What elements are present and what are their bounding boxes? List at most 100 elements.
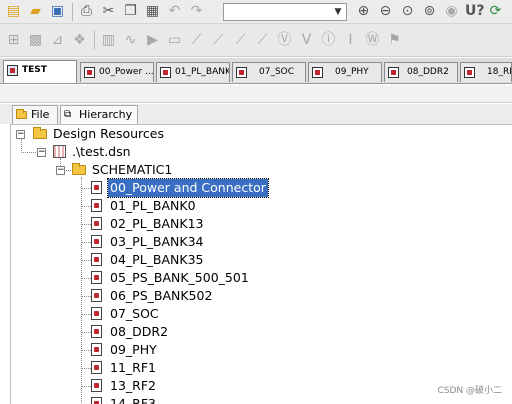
marker-v-icon[interactable]: Ⓥ	[276, 32, 293, 49]
display-icon[interactable]: ▭	[166, 32, 183, 49]
schematic-page-icon	[91, 289, 102, 302]
probe-4-icon[interactable]: ⟋	[254, 32, 271, 49]
help-icon[interactable]: U?	[465, 3, 485, 20]
tree-connector	[81, 386, 91, 387]
collapse-toggle[interactable]: −	[16, 130, 25, 139]
tree-node-page[interactable]: 11_RF1	[91, 359, 158, 377]
schematic-page-icon	[91, 181, 102, 194]
tree-node-label: 04_PL_BANK35	[110, 252, 204, 267]
view-icon[interactable]: ◉	[443, 3, 460, 20]
tab-00-power[interactable]: 00_Power ...	[80, 62, 154, 82]
schematic-page-icon	[84, 67, 95, 78]
paste-icon[interactable]: ▦	[144, 3, 161, 20]
watermark: CSDN @破小二	[437, 386, 502, 396]
schematic-page-icon	[464, 67, 475, 78]
schematic-page-icon	[91, 199, 102, 212]
tree-node-page[interactable]: 04_PL_BANK35	[91, 251, 206, 269]
tree-node-page[interactable]: 13_RF2	[91, 377, 158, 395]
tool-1-icon[interactable]: ⊞	[5, 32, 22, 49]
marker-f-icon[interactable]: Ⓦ	[364, 32, 381, 49]
tool-3-icon[interactable]: ⊿	[49, 32, 66, 49]
tab-label: TEST	[22, 65, 47, 75]
project-panel-tabs: File ⧉ Hierarchy	[0, 104, 512, 124]
schematic-page-icon	[236, 67, 247, 78]
tree-node-label: 11_RF1	[110, 360, 156, 375]
part-search-combo[interactable]: ▼	[223, 3, 347, 21]
tab-label: 01_PL_BANK0	[175, 67, 229, 77]
refresh-icon[interactable]: ⟳	[487, 3, 504, 20]
marker-w-icon[interactable]: Ⅰ	[342, 32, 359, 49]
schematic-page-icon	[388, 67, 399, 78]
tree-node-page[interactable]: 01_PL_BANK0	[91, 197, 198, 215]
schematic-page-icon	[91, 271, 102, 284]
tree-connector	[81, 350, 91, 351]
new-document-icon[interactable]: ▤	[5, 3, 22, 20]
tab-09-phy[interactable]: 09_PHY	[308, 62, 382, 82]
tab-file-label: File	[31, 108, 50, 121]
tree-node-label: 05_PS_BANK_500_501	[110, 270, 249, 285]
design-file-icon	[53, 145, 66, 158]
marker-i-icon[interactable]: Ⅴ	[298, 32, 315, 49]
tree-node-page[interactable]: 08_DDR2	[91, 323, 170, 341]
tab-label: 09_PHY	[335, 67, 369, 77]
schematic-page-icon	[91, 307, 102, 320]
tab-file[interactable]: File	[12, 105, 58, 124]
marker-p-icon[interactable]: ⓘ	[320, 32, 337, 49]
tab-08-ddr2[interactable]: 08_DDR2	[384, 62, 458, 82]
tree-connector	[81, 224, 91, 225]
zoom-all-icon[interactable]: ⊚	[421, 3, 438, 20]
cut-icon[interactable]: ✂	[100, 3, 117, 20]
zoom-out-icon[interactable]: ⊖	[377, 3, 394, 20]
tree-node-page[interactable]: 06_PS_BANK502	[91, 287, 214, 305]
tree-node-page[interactable]: 07_SOC	[91, 305, 161, 323]
play-icon[interactable]: ▶	[144, 32, 161, 49]
tool-2-icon[interactable]: ▩	[27, 32, 44, 49]
tree-node-design-file[interactable]: .\test.dsn	[53, 143, 133, 161]
schematic-page-icon	[91, 325, 102, 338]
collapse-toggle[interactable]: −	[56, 166, 65, 175]
collapse-toggle[interactable]: −	[37, 148, 46, 157]
save-icon[interactable]: ▣	[49, 3, 66, 20]
copy-icon[interactable]: ❐	[122, 3, 139, 20]
undo-icon[interactable]: ↶	[166, 3, 183, 20]
schematic-page-icon	[91, 397, 102, 404]
chevron-down-icon[interactable]: ▼	[331, 4, 345, 20]
print-icon[interactable]: ⎙	[78, 3, 95, 20]
tree-node-page[interactable]: 00_Power and Connector	[91, 178, 269, 198]
probe-2-icon[interactable]: ⟋	[210, 32, 227, 49]
probe-1-icon[interactable]: ⟋	[188, 32, 205, 49]
tree-connector	[21, 152, 36, 153]
redo-icon[interactable]: ↷	[188, 3, 205, 20]
waveform-icon[interactable]: ∿	[122, 32, 139, 49]
tab-01-pl-bank0[interactable]: 01_PL_BANK0	[156, 62, 230, 82]
tool-4-icon[interactable]: ❖	[71, 32, 88, 49]
zoom-area-icon[interactable]: ⊙	[399, 3, 416, 20]
tree-node-page[interactable]: 03_PL_BANK34	[91, 233, 206, 251]
tree-node-label: 13_RF2	[110, 378, 156, 393]
tree-connector	[81, 296, 91, 297]
design-tree: − Design Resources − .\test.dsn − SCHEMA…	[10, 124, 512, 404]
tree-node-page[interactable]: 09_PHY	[91, 341, 159, 359]
design-icon	[7, 65, 18, 76]
tree-node-page[interactable]: 02_PL_BANK13	[91, 215, 206, 233]
tree-node-page[interactable]: 05_PS_BANK_500_501	[91, 269, 251, 287]
tab-label: 07_SOC	[259, 67, 295, 77]
zoom-in-icon[interactable]: ⊕	[355, 3, 372, 20]
main-toolbar: ▤ ▰ ▣ ⎙ ✂ ❐ ▦ ↶ ↷ ▼ ⊕ ⊖ ⊙ ⊚ ◉ U? ⟳	[0, 0, 512, 24]
marker-g-icon[interactable]: ⚑	[386, 32, 403, 49]
tree-node-schematic1[interactable]: SCHEMATIC1	[72, 161, 174, 179]
tree-node-design-resources[interactable]: Design Resources	[33, 125, 166, 143]
tab-18-rf[interactable]: 18_RF(	[460, 62, 512, 82]
folder-icon	[33, 127, 47, 139]
tree-node-label: 08_DDR2	[110, 324, 169, 339]
chart-icon[interactable]: ▥	[100, 32, 117, 49]
tab-label: 00_Power ...	[99, 67, 154, 77]
tab-07-soc[interactable]: 07_SOC	[232, 62, 306, 82]
tree-connector	[81, 177, 82, 404]
probe-3-icon[interactable]: ⟋	[232, 32, 249, 49]
open-folder-icon[interactable]: ▰	[27, 3, 44, 20]
tab-test[interactable]: TEST	[3, 60, 77, 83]
tab-hierarchy[interactable]: ⧉ Hierarchy	[60, 105, 138, 124]
tree-node-page[interactable]: 14_RF3	[91, 395, 158, 404]
toolbar-separator	[72, 2, 73, 21]
